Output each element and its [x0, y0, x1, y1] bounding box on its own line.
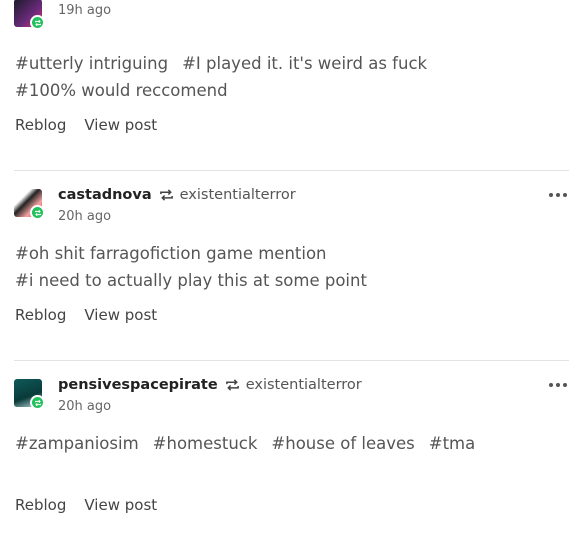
- tag[interactable]: #zampaniosim: [15, 430, 139, 457]
- reblog-note: 19h ago #utterly intriguing #I played it…: [14, 0, 569, 170]
- reblog-badge-icon: [30, 395, 45, 410]
- reblog-note: castadnova existentialterror 20h ago #oh…: [14, 170, 569, 360]
- reblog-icon: [159, 189, 173, 201]
- view-post-button[interactable]: View post: [84, 116, 157, 134]
- reblog-badge-icon: [30, 205, 45, 220]
- reblog-note: pensivespacepirate existentialterror 20h…: [14, 360, 569, 550]
- source-blog-link[interactable]: existentialterror: [246, 377, 362, 393]
- timestamp: 20h ago: [58, 399, 112, 414]
- username-link[interactable]: pensivespacepirate: [58, 377, 218, 393]
- more-options-icon[interactable]: [549, 383, 567, 387]
- tags: #utterly intriguing #I played it. it's w…: [15, 50, 427, 104]
- username-link[interactable]: castadnova: [58, 187, 152, 203]
- tag[interactable]: #homestuck: [153, 430, 258, 457]
- tag[interactable]: #i need to actually play this at some po…: [15, 267, 367, 294]
- tags: #zampaniosim #homestuck #house of leaves…: [15, 430, 475, 457]
- tag[interactable]: #utterly intriguing: [15, 50, 168, 77]
- tag[interactable]: #house of leaves: [271, 430, 414, 457]
- timestamp: 20h ago: [58, 209, 112, 224]
- reblog-button[interactable]: Reblog: [15, 116, 66, 134]
- tag[interactable]: #I played it. it's weird as fuck: [182, 50, 427, 77]
- notes-list: 19h ago #utterly intriguing #I played it…: [14, 0, 569, 550]
- tags: #oh shit farragofiction game mention #i …: [15, 240, 367, 294]
- reblog-button[interactable]: Reblog: [15, 496, 66, 514]
- more-options-icon[interactable]: [549, 193, 567, 197]
- reblog-button[interactable]: Reblog: [15, 306, 66, 324]
- view-post-button[interactable]: View post: [84, 306, 157, 324]
- view-post-button[interactable]: View post: [84, 496, 157, 514]
- tag[interactable]: #100% would reccomend: [15, 77, 228, 104]
- timestamp: 19h ago: [58, 3, 112, 18]
- tag[interactable]: #tma: [429, 430, 475, 457]
- tag[interactable]: #oh shit farragofiction game mention: [15, 240, 327, 267]
- reblog-icon: [225, 379, 239, 391]
- source-blog-link[interactable]: existentialterror: [180, 187, 296, 203]
- reblog-badge-icon: [30, 15, 45, 30]
